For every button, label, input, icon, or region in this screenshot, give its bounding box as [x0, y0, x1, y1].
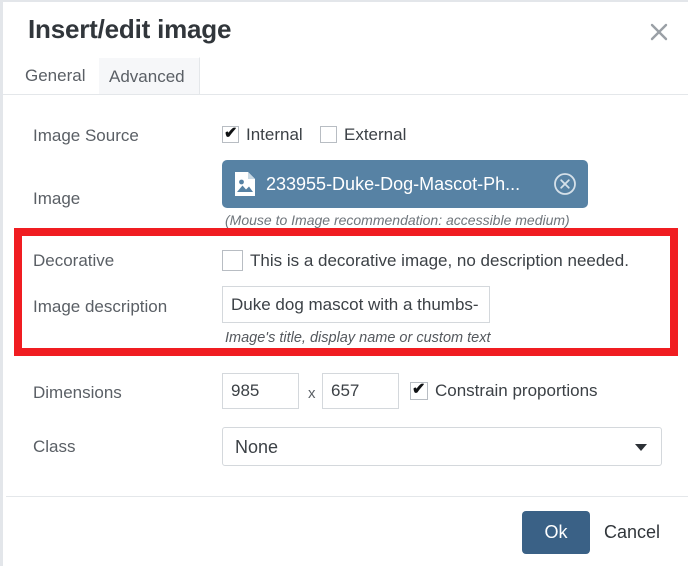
dialog-form: Image Source ✔ Internal External Image 2… [3, 95, 688, 495]
image-file-icon [234, 171, 256, 197]
image-source-label: Image Source [33, 126, 139, 145]
dimensions-separator: x [308, 385, 316, 402]
decorative-label: Decorative [33, 251, 115, 270]
insert-edit-image-dialog: Insert/edit image General Advanced Image… [0, 0, 688, 566]
checkmark-icon: ✔ [224, 125, 238, 142]
image-description-input[interactable] [222, 286, 490, 323]
dimensions-label: Dimensions [33, 383, 122, 402]
checkbox-constrain-proportions[interactable]: ✔ [410, 381, 428, 400]
image-helper-text: (Mouse to Image recommendation: accessib… [225, 212, 570, 228]
checkmark-icon: ✔ [412, 381, 426, 398]
tab-advanced[interactable]: Advanced [94, 57, 200, 94]
dialog-title: Insert/edit image [28, 14, 232, 44]
checkbox-external[interactable] [320, 126, 337, 143]
remove-circle-icon[interactable] [553, 172, 577, 196]
checkbox-decorative[interactable] [222, 250, 243, 271]
checkbox-internal[interactable]: ✔ [222, 125, 239, 143]
dialog-tabs: General Advanced [3, 57, 688, 95]
selected-image-chip[interactable]: 233955-Duke-Dog-Mascot-Ph... [222, 160, 588, 208]
cancel-button[interactable]: Cancel [604, 511, 660, 554]
image-description-helper: Image's title, display name or custom te… [225, 330, 491, 346]
class-select-value: None [235, 437, 279, 457]
checkbox-external-label[interactable]: External [344, 125, 406, 145]
ok-button[interactable]: Ok [522, 511, 590, 554]
checkbox-internal-label[interactable]: Internal [246, 125, 303, 145]
class-label: Class [33, 437, 76, 456]
constrain-proportions-label[interactable]: Constrain proportions [435, 381, 598, 401]
checkbox-decorative-label[interactable]: This is a decorative image, no descripti… [250, 251, 629, 271]
class-select[interactable]: None [222, 427, 662, 466]
dimensions-width-input[interactable] [222, 373, 299, 409]
footer-divider [6, 496, 688, 497]
chevron-down-icon [635, 443, 647, 451]
image-description-label: Image description [33, 297, 168, 316]
dimensions-height-input[interactable] [322, 373, 399, 409]
selected-image-filename: 233955-Duke-Dog-Mascot-Ph... [266, 174, 521, 194]
dialog-titlebar: Insert/edit image [3, 2, 688, 57]
image-label: Image [33, 189, 81, 208]
close-icon[interactable] [643, 16, 675, 48]
tab-general[interactable]: General [11, 57, 100, 94]
